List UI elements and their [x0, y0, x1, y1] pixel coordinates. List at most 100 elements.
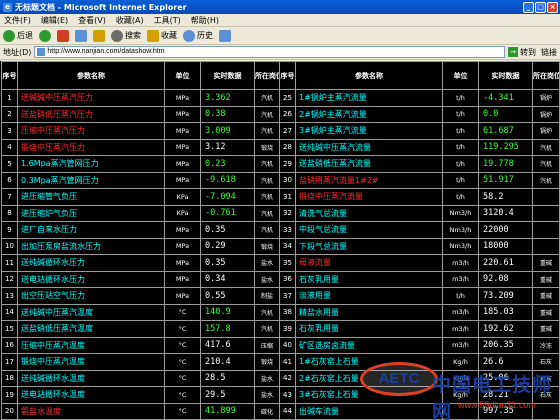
row-seq: 7 — [1, 188, 18, 206]
forward-button[interactable] — [39, 29, 51, 42]
param-value: 0.23 — [200, 155, 255, 173]
row-seq: 36 — [279, 270, 296, 288]
window-title: 无标题文档 - Microsoft Internet Explorer — [15, 2, 187, 12]
param-value: 0.55 — [200, 287, 255, 305]
param-post: 汽机 — [254, 320, 280, 338]
param-name: 压缩中压蒸汽温度 — [17, 336, 165, 354]
param-post: 石灰 — [532, 353, 560, 371]
address-label: 地址(D) — [3, 47, 32, 57]
table-row: 8 进压缩炉气负压 KPa -0.761 汽机 32 清洗气总流量 Nm3/h 3120.4 — [1, 204, 560, 222]
col-header-post: 所在岗位 — [254, 61, 280, 90]
param-unit: t/h — [442, 171, 479, 189]
history-icon — [183, 29, 195, 42]
history-button[interactable]: 历史 — [183, 29, 213, 42]
search-icon — [111, 29, 123, 42]
param-post: 盐水 — [254, 369, 280, 387]
param-name: 压缩中压蒸汽压力 — [17, 122, 165, 140]
param-unit: MPa — [164, 155, 201, 173]
table-row: 17 锻烧中压蒸汽温度 °C 210.4 锻烧 41 1#石灰窑上石量 Kg/h 26.6 石灰 — [1, 353, 560, 371]
param-value: 58.2 — [478, 188, 533, 206]
param-post: 碳化 — [254, 402, 280, 420]
param-unit: m3/h — [442, 270, 479, 288]
param-name: 送盐硝低压蒸汽流量 — [295, 155, 443, 173]
mail-icon — [219, 29, 231, 42]
stop-button[interactable] — [57, 29, 69, 42]
row-seq: 19 — [1, 386, 18, 404]
table-row: 19 送电站循环水温度 °C 29.5 盐水 43 3#石灰窑上石量 Kg/h 28.21 石灰 — [1, 386, 560, 404]
col-header-param-2: 参数名称 — [295, 61, 443, 90]
param-name: 1#石灰窑上石量 — [295, 353, 443, 371]
param-post: 石灰 — [532, 369, 560, 387]
row-seq: 35 — [279, 254, 296, 272]
row-seq: 31 — [279, 188, 296, 206]
param-unit: Kg/h — [442, 369, 479, 387]
param-unit: MPa — [164, 287, 201, 305]
back-arrow-icon — [3, 29, 15, 42]
table-row: 5 1.6Mpa蒸汽管网压力 MPa 0.23 汽机 29 送盐硝低压蒸汽流量 t/h 19.7… — [1, 155, 560, 173]
row-seq: 12 — [1, 270, 18, 288]
menu-file[interactable]: 文件(F) — [4, 15, 31, 26]
table-row: 6 0.3Mpa蒸汽管网压力 MPa -9.618 汽机 30 盐硝用蒸汽流量1#2# t/h… — [1, 171, 560, 189]
param-value: -4.341 — [478, 89, 533, 107]
menu-help[interactable]: 帮助(H) — [191, 15, 219, 26]
param-value: 192.62 — [478, 320, 533, 338]
param-name: 送纯碱中压蒸汽流量 — [295, 138, 443, 156]
mail-button[interactable] — [219, 29, 231, 42]
title-bar[interactable]: e 无标题文档 - Microsoft Internet Explorer _ … — [0, 0, 560, 14]
param-post: 重碱 — [532, 287, 560, 305]
param-value: -0.761 — [200, 204, 255, 222]
param-value: 18000 — [478, 237, 533, 255]
param-post: 冷冻 — [532, 336, 560, 354]
address-input[interactable]: http://www.nanjian.com/datashow.htm — [34, 46, 505, 58]
param-name: 锻烧中压蒸汽温度 — [17, 353, 165, 371]
param-name: 2#锅炉主蒸汽流量 — [295, 105, 443, 123]
param-unit: MPa — [164, 89, 201, 107]
param-value: 22000 — [478, 221, 533, 239]
minimize-button[interactable]: _ — [523, 1, 534, 13]
maximize-button[interactable]: □ — [535, 1, 546, 13]
search-button[interactable]: 搜索 — [111, 29, 141, 42]
row-seq: 17 — [1, 353, 18, 371]
refresh-button[interactable] — [75, 29, 87, 42]
param-name: 0.3Mpa蒸汽管网压力 — [17, 171, 165, 189]
row-seq: 4 — [1, 138, 18, 156]
param-value: 210.4 — [200, 353, 255, 371]
param-post: 汽机 — [532, 155, 560, 173]
menu-view[interactable]: 查看(V) — [78, 15, 106, 26]
table-header-row: 序号 参数名称 单位 实时数据 所在岗位 序号 参数名称 单位 实时数据 所在岗… — [1, 61, 560, 90]
param-value: 140.9 — [200, 303, 255, 321]
favorites-button[interactable]: 收藏 — [147, 29, 177, 42]
menu-tools[interactable]: 工具(T) — [154, 15, 181, 26]
stop-icon — [57, 29, 69, 42]
table-row: 11 送纯碱循环水压力 MPa 0.35 盐水 35 母液流量 m3/h 220.61 重碱 — [1, 254, 560, 272]
ie-window: e 无标题文档 - Microsoft Internet Explorer _ … — [0, 0, 560, 420]
page-content[interactable]: 序号 参数名称 单位 实时数据 所在岗位 序号 参数名称 单位 实时数据 所在岗… — [0, 61, 560, 420]
back-button[interactable]: 后退 — [3, 29, 33, 42]
param-post: 重碱 — [532, 320, 560, 338]
param-unit: m3/h — [442, 303, 479, 321]
param-post: 石灰 — [532, 386, 560, 404]
param-value: 26.6 — [478, 353, 533, 371]
row-seq: 37 — [279, 287, 296, 305]
forward-arrow-icon — [39, 29, 51, 42]
home-button[interactable] — [93, 29, 105, 42]
param-name: 送电站循环水温度 — [17, 386, 165, 404]
menu-favorites[interactable]: 收藏(A) — [116, 15, 144, 26]
param-post: 汽机 — [254, 89, 280, 107]
param-post: 锅炉 — [532, 105, 560, 123]
links-button[interactable]: 链接 — [541, 47, 560, 58]
go-button[interactable]: → 转到 — [508, 47, 538, 58]
param-post: 重碱 — [532, 270, 560, 288]
window-controls: _ □ × — [523, 1, 560, 13]
row-seq: 44 — [279, 402, 296, 420]
param-name: 送纯碱中压蒸汽温度 — [17, 303, 165, 321]
menu-edit[interactable]: 编辑(E) — [41, 15, 68, 26]
close-button[interactable]: × — [547, 1, 558, 13]
col-header-post-2: 所在岗位 — [532, 61, 560, 90]
param-unit: °C — [164, 369, 201, 387]
param-unit: KPa — [164, 188, 201, 206]
param-post: 汽机 — [254, 105, 280, 123]
param-name: 送纯碱循环水压力 — [17, 254, 165, 272]
param-unit: MPa — [164, 270, 201, 288]
table-row: 3 压缩中压蒸汽压力 MPa 3.009 汽机 27 3#锅炉主蒸汽流量 t/h 61.687 锅… — [1, 122, 560, 140]
